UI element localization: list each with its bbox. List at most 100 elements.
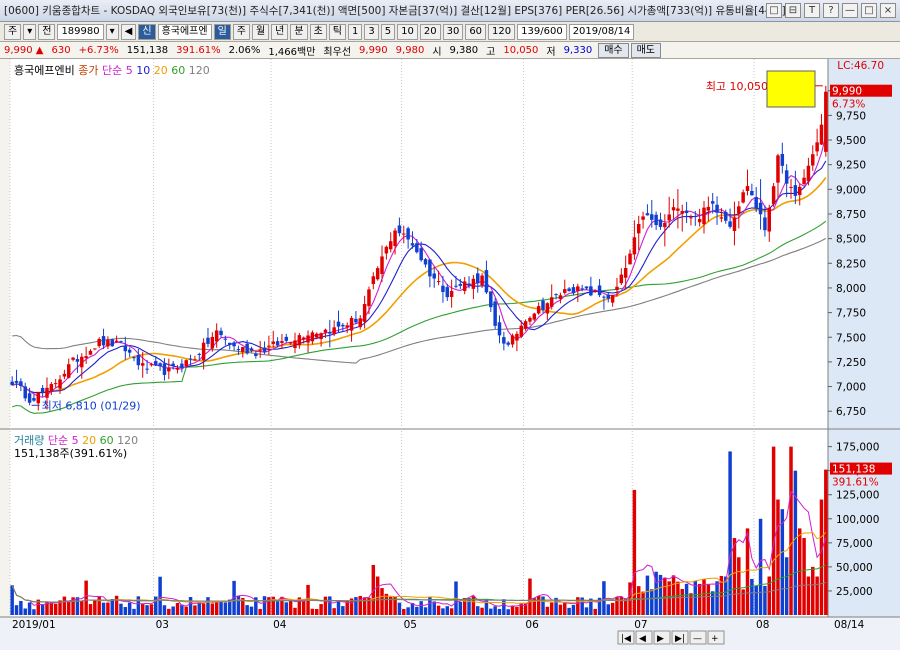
candle-body — [341, 324, 345, 327]
window-button-2[interactable]: T — [804, 3, 820, 18]
window-button-6[interactable]: × — [880, 3, 896, 18]
volume-bar — [563, 602, 567, 615]
window-button-5[interactable]: □ — [861, 3, 877, 18]
stock-chart[interactable]: 10,0009,7509,5009,2509,0008,7508,5008,25… — [0, 59, 900, 650]
price-legend-item: 단순 — [101, 64, 126, 77]
window-button-0[interactable]: □ — [766, 3, 782, 18]
bar-count[interactable]: 139/600 — [517, 23, 567, 40]
volume-bar — [528, 578, 532, 615]
volume-bar — [676, 581, 680, 615]
sell-button[interactable]: 매도 — [630, 42, 662, 58]
buy-button[interactable]: 매수 — [598, 42, 629, 58]
window-button-3[interactable]: ? — [823, 3, 839, 18]
candle-body — [306, 335, 310, 343]
candle-body — [567, 288, 571, 291]
toolbar-item-0[interactable]: 주 — [4, 23, 22, 40]
high-price: 10,050 — [503, 44, 539, 56]
candle-body — [288, 342, 293, 344]
volume-bar — [493, 606, 497, 615]
candle-body — [406, 228, 410, 240]
volume-bar — [84, 580, 88, 615]
volume-bar — [93, 599, 97, 615]
volume-bar — [380, 588, 384, 615]
toolbar-item-21[interactable]: 60 — [465, 23, 487, 40]
volume-bar — [602, 581, 606, 615]
x-tick-label: 08 — [756, 619, 769, 631]
toolbar-item-13[interactable]: 초 — [309, 23, 327, 40]
candle-body — [641, 216, 645, 220]
toolbar-item-12[interactable]: 분 — [290, 23, 308, 40]
volume-bar — [219, 600, 223, 615]
toolbar-item-11[interactable]: 년 — [271, 23, 289, 40]
price-legend-item: 5 — [125, 64, 137, 77]
candle-body — [262, 347, 267, 352]
chart-toolbar: 주 ▾ 전 189980 ▾ ◀ 신 흥국에프엔 일 주 월 년 분 초 틱 1 3 5 10 20 30 60 120 13… — [0, 22, 900, 42]
toolbar-item-9[interactable]: 주 — [232, 23, 250, 40]
toolbar-item-14[interactable]: 틱 — [328, 23, 346, 40]
volume-bar — [245, 605, 249, 615]
chart-area[interactable]: 10,0009,7509,5009,2509,0008,7508,5008,25… — [0, 59, 900, 650]
volume-bar — [341, 606, 345, 615]
toolbar-item-5[interactable]: ◀ — [120, 23, 137, 40]
candle-body — [458, 283, 463, 286]
toolbar-item-6[interactable]: 신 — [138, 23, 156, 40]
toolbar-item-20[interactable]: 30 — [442, 23, 464, 40]
toolbar-item-7[interactable]: 흥국에프엔 — [157, 23, 212, 40]
volume-bar — [258, 608, 262, 615]
candle-body — [66, 364, 71, 378]
toolbar-item-15[interactable]: 1 — [347, 23, 363, 40]
candle-body — [171, 363, 175, 366]
toolbar-item-8[interactable]: 일 — [213, 23, 231, 40]
toolbar-item-10[interactable]: 월 — [251, 23, 270, 40]
candle-body — [410, 243, 415, 246]
volume-bar — [167, 608, 171, 615]
window-button-4[interactable]: — — [842, 3, 858, 18]
candle-body — [388, 241, 393, 250]
candle-body — [519, 325, 523, 337]
nav-button-label: + — [711, 634, 719, 644]
toolbar-item-18[interactable]: 10 — [397, 23, 418, 40]
volume-tick-label: 50,000 — [836, 562, 873, 574]
toolbar-item-1[interactable]: ▾ — [23, 23, 37, 40]
toolbar-item-3[interactable]: 189980 — [57, 23, 104, 40]
x-tick-label: 03 — [156, 619, 169, 631]
price-tick-label: 8,250 — [836, 258, 866, 270]
candle-body — [754, 197, 758, 209]
volume-bar — [140, 604, 145, 615]
candle-body — [619, 274, 624, 284]
volume-bar — [689, 593, 693, 615]
candle-body — [741, 192, 745, 203]
current-pct-label: 6.73% — [832, 99, 865, 111]
candle-body — [815, 142, 819, 152]
candle-body — [467, 283, 471, 286]
volume-bar — [436, 605, 441, 615]
candle-body — [162, 363, 167, 375]
toolbar-item-4[interactable]: ▾ — [105, 23, 119, 40]
x-tick-label: 04 — [273, 619, 287, 631]
window-button-1[interactable]: ⊟ — [785, 3, 801, 18]
candle-body — [506, 342, 510, 345]
toolbar-item-16[interactable]: 3 — [364, 23, 379, 40]
volume-bar — [136, 596, 141, 615]
date-field[interactable]: 2019/08/14 — [568, 23, 635, 40]
toolbar-item-2[interactable]: 전 — [38, 23, 56, 40]
volume-bar — [802, 538, 806, 615]
candle-body — [236, 349, 241, 351]
volume-bar — [406, 607, 410, 615]
price-tick-label: 8,750 — [836, 209, 866, 221]
candle-body — [771, 186, 776, 205]
toolbar-item-22[interactable]: 120 — [488, 23, 516, 40]
toolbar-item-17[interactable]: 5 — [380, 23, 396, 40]
candle-body — [789, 186, 793, 188]
volume-bar — [201, 603, 206, 615]
candle-body — [75, 359, 80, 362]
lc-label: LC:46.70 — [837, 60, 884, 72]
candle-body — [571, 287, 576, 294]
volume-bar — [645, 575, 650, 615]
candle-body — [280, 341, 284, 343]
candle-body — [484, 270, 489, 293]
volume-bar — [88, 604, 93, 615]
volume-bar — [541, 596, 545, 615]
toolbar-item-19[interactable]: 20 — [419, 23, 441, 40]
volume-bar — [114, 595, 119, 615]
